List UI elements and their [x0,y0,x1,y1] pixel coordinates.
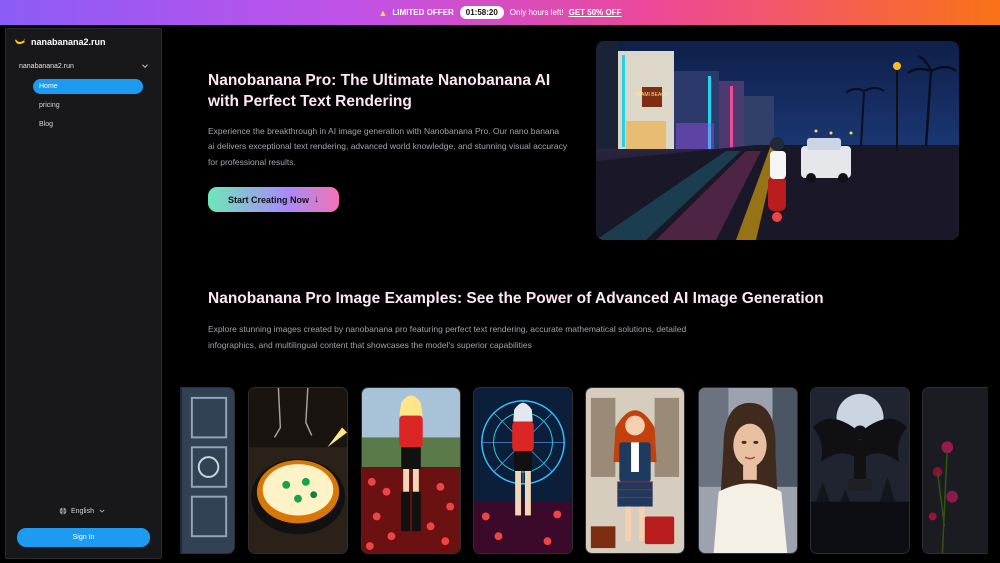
sidebar-item-label: Blog [39,121,54,128]
promo-banner: ▲ LIMITED OFFER 01:58:20 Only hours left… [0,0,1000,25]
example-card-pizza[interactable] [248,387,348,554]
promo-badge: LIMITED OFFER [392,8,454,17]
chevron-down-icon [142,64,148,69]
promo-offer-link[interactable]: GET 50% OFF [569,8,622,17]
site-selector[interactable]: nanabanana2.run [19,62,149,70]
hero-title: Nanobanana Pro: The Ultimate Nanobanana … [208,72,551,110]
sidebar-item-pricing[interactable]: pricing [33,98,143,113]
site-name: nanabanana2.run [19,62,74,70]
examples-description: Explore stunning images created by nanob… [208,324,687,350]
language-selector[interactable]: English [59,507,106,515]
promo-note: Only hours left! [509,8,564,17]
brand[interactable]: nanabanana2.run [14,36,106,48]
language-label: English [71,507,94,515]
sidebar: nanabanana2.run nanabanana2.run Home pri… [5,28,162,559]
sidebar-item-label: pricing [39,102,60,109]
arrow-down-icon: ↓ [314,194,319,205]
example-card-dark-angel[interactable] [810,387,910,554]
start-creating-button[interactable]: Start Creating Now ↓ [208,187,339,212]
hero-description: Experience the breakthrough in AI image … [208,126,568,167]
examples-gallery[interactable] [180,387,988,554]
example-card-woman-portrait[interactable] [698,387,798,554]
brand-name: nanabanana2.run [31,37,106,47]
example-card-woman-poppy-field[interactable] [361,387,461,554]
example-card-tile-pattern[interactable] [180,387,235,554]
chevron-down-icon [99,509,105,513]
sidebar-item-home[interactable]: Home [33,79,143,94]
hero-image: MIAMI BEACH [596,41,959,240]
example-card-woman-dreamcatcher[interactable] [473,387,573,554]
example-card-flowers[interactable] [922,387,988,554]
fire-icon: ▲ [378,7,388,18]
miami-sign: MIAMI BEACH [635,92,668,98]
cta-label: Start Creating Now [227,194,309,205]
sidebar-item-blog[interactable]: Blog [33,117,143,132]
examples-title: Nanobanana Pro Image Examples: See the P… [208,290,824,307]
sidebar-item-label: Home [39,83,58,90]
sign-in-button[interactable]: Sign In [17,528,150,547]
example-card-school-girl[interactable] [585,387,685,554]
countdown-timer: 01:58:20 [459,6,504,19]
banana-logo-icon [15,38,26,45]
globe-icon [59,507,67,515]
